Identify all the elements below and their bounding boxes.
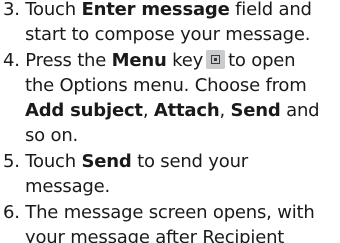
step-3-line-1: 3. Touch Enter message field and xyxy=(3,0,312,23)
send-label: Send xyxy=(81,151,132,172)
step-5-text-end: to send your xyxy=(131,151,248,172)
step-3-number: 3. xyxy=(3,0,20,20)
separator: , xyxy=(219,100,231,121)
step-6-number: 6. xyxy=(3,202,20,223)
step-6-text: The message screen opens, with xyxy=(19,202,315,223)
step-5-line-1: 5. Touch Send to send your xyxy=(3,149,248,175)
step-5-text: Touch xyxy=(19,151,82,172)
send-option-label: Send xyxy=(230,100,281,121)
step-4-text-end: to open xyxy=(228,50,296,71)
step-6-line-2: your message after Recipient xyxy=(25,227,285,243)
separator: , xyxy=(142,100,154,121)
menu-key-label: Menu xyxy=(111,50,167,71)
step-5-line-2: message. xyxy=(25,176,111,197)
attach-label: Attach xyxy=(153,100,220,121)
step-4-line-2: the Options menu. Choose from xyxy=(25,75,307,96)
step-4-number: 4. xyxy=(3,50,20,71)
step-4-line-3: Add subject, Attach, Send and xyxy=(25,98,320,124)
enter-message-label: Enter message xyxy=(81,0,230,20)
step-4-line-1: 4. Press the Menu key to open xyxy=(3,48,296,74)
step-4-text: Press the xyxy=(19,50,112,71)
add-subject-label: Add subject xyxy=(25,100,143,121)
instruction-page: 3. Touch Enter message field and start t… xyxy=(0,0,340,243)
step-6-line-1: 6. The message screen opens, with xyxy=(3,200,315,226)
step-4-key-text: key xyxy=(166,50,204,71)
step-3-text-end: field and xyxy=(229,0,312,20)
step-5-number: 5. xyxy=(3,151,20,172)
step-3-text: Touch xyxy=(19,0,82,20)
step-4-text-end: and xyxy=(280,100,320,121)
menu-key-icon xyxy=(206,50,226,69)
step-4-line-4: so on. xyxy=(25,125,79,146)
step-3-line-2: start to compose your message. xyxy=(25,24,311,45)
